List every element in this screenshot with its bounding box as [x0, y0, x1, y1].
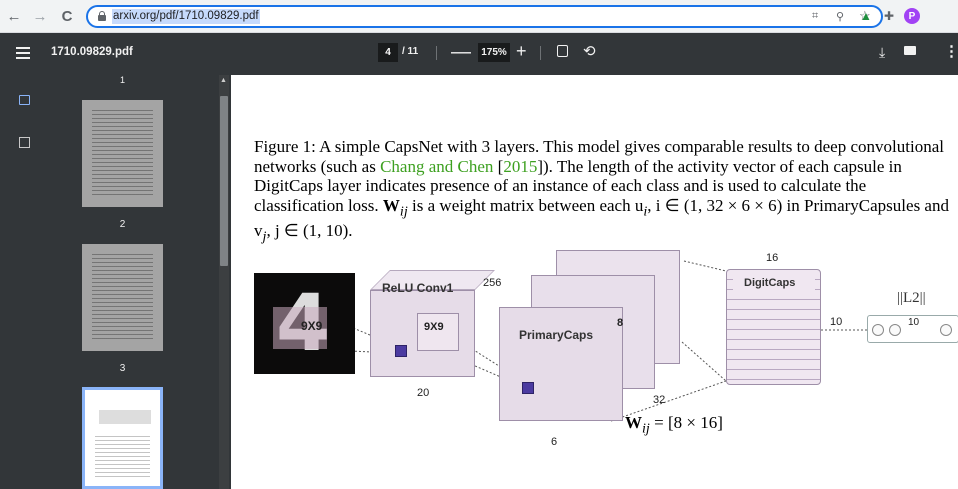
- thumbnail-label: 3: [119, 363, 126, 374]
- kernel-label: 9X9: [301, 319, 323, 333]
- pdf-filename: 1710.09829.pdf: [51, 46, 133, 58]
- menu-icon[interactable]: [16, 47, 30, 59]
- thumbnail-sidebar: 1 2 3 ▲: [0, 75, 231, 489]
- toolbar-divider: [540, 46, 541, 60]
- reload-button[interactable]: C: [57, 6, 77, 26]
- thumbnail-view-icon[interactable]: [19, 95, 30, 105]
- toolbar-divider: [436, 46, 437, 60]
- conv1-width-label: 20: [417, 387, 430, 399]
- pdf-toolbar: 1710.09829.pdf 4 / 11 — 175% + ⟲ ⤓ ⋮: [0, 33, 958, 75]
- thumbnail-label: 1: [119, 75, 125, 85]
- url-text[interactable]: arxiv.org/pdf/1710.09829.pdf: [112, 9, 260, 24]
- profile-avatar[interactable]: P: [904, 8, 920, 24]
- conv1-label: ReLU Conv1: [382, 281, 454, 295]
- fit-page-icon[interactable]: [557, 45, 568, 57]
- zoom-out-button[interactable]: —: [451, 40, 471, 64]
- install-app-icon[interactable]: ⌗: [812, 10, 818, 23]
- digitcaps-dim-label: 16: [766, 252, 779, 264]
- scroll-up-arrow-icon[interactable]: ▲: [220, 77, 227, 84]
- primarycaps-depth-label: 8: [617, 317, 624, 329]
- extensions-puzzle-icon[interactable]: ✚: [881, 8, 897, 24]
- download-icon[interactable]: ⤓: [879, 44, 885, 61]
- pdf-page-view[interactable]: Figure 1: A simple CapsNet with 3 layers…: [231, 75, 958, 489]
- page-total: / 11: [402, 46, 419, 57]
- lock-icon[interactable]: [98, 11, 106, 21]
- address-bar[interactable]: arxiv.org/pdf/1710.09829.pdf ⌗ ⚲ ☆: [86, 5, 883, 28]
- primarycaps-width-label: 6: [551, 436, 558, 448]
- back-button[interactable]: ←: [4, 6, 24, 26]
- output-circle: [872, 324, 884, 336]
- digitcaps-label: DigitCaps: [744, 277, 796, 289]
- page-thumbnail[interactable]: [82, 100, 163, 207]
- output-vector-box: 10: [867, 315, 958, 343]
- document-outline-icon[interactable]: [19, 137, 30, 148]
- output-count-label: 10: [908, 317, 920, 328]
- forward-button[interactable]: →: [30, 6, 50, 26]
- l2-norm-label: ||L2||: [897, 290, 926, 306]
- conv1-depth-label: 256: [483, 277, 502, 289]
- digitcaps-count-label: 10: [830, 316, 843, 328]
- rotate-icon[interactable]: ⟲: [583, 42, 596, 60]
- output-circle: [889, 324, 901, 336]
- page-thumbnail[interactable]: [82, 244, 163, 351]
- conv1-kernel-label: 9X9: [424, 321, 444, 333]
- page-thumbnail-selected[interactable]: [82, 387, 163, 489]
- thumbnail-label: 2: [119, 219, 126, 230]
- page-number-input[interactable]: 4: [378, 43, 398, 62]
- more-options-icon[interactable]: ⋮: [944, 42, 958, 60]
- scrollbar-thumb[interactable]: [220, 96, 228, 266]
- primarycaps-layer: [499, 307, 623, 421]
- primarycaps-label: PrimaryCaps: [519, 328, 594, 342]
- conv1-unit-dot: [395, 345, 407, 357]
- zoom-level-input[interactable]: 175%: [478, 43, 510, 62]
- google-drive-icon[interactable]: ▲: [858, 8, 874, 24]
- zoom-icon[interactable]: ⚲: [836, 10, 844, 23]
- output-circle: [940, 324, 952, 336]
- primarycaps-count-label: 32: [653, 394, 666, 406]
- primarycaps-unit-dot: [522, 382, 534, 394]
- zoom-in-button[interactable]: +: [516, 39, 527, 63]
- browser-toolbar: ← → C arxiv.org/pdf/1710.09829.pdf ⌗ ⚲ ☆…: [0, 0, 958, 33]
- print-icon[interactable]: [904, 46, 916, 55]
- sidebar-scrollbar[interactable]: ▲: [219, 75, 229, 489]
- weight-matrix-label: Wij = [8 × 16]: [625, 413, 723, 437]
